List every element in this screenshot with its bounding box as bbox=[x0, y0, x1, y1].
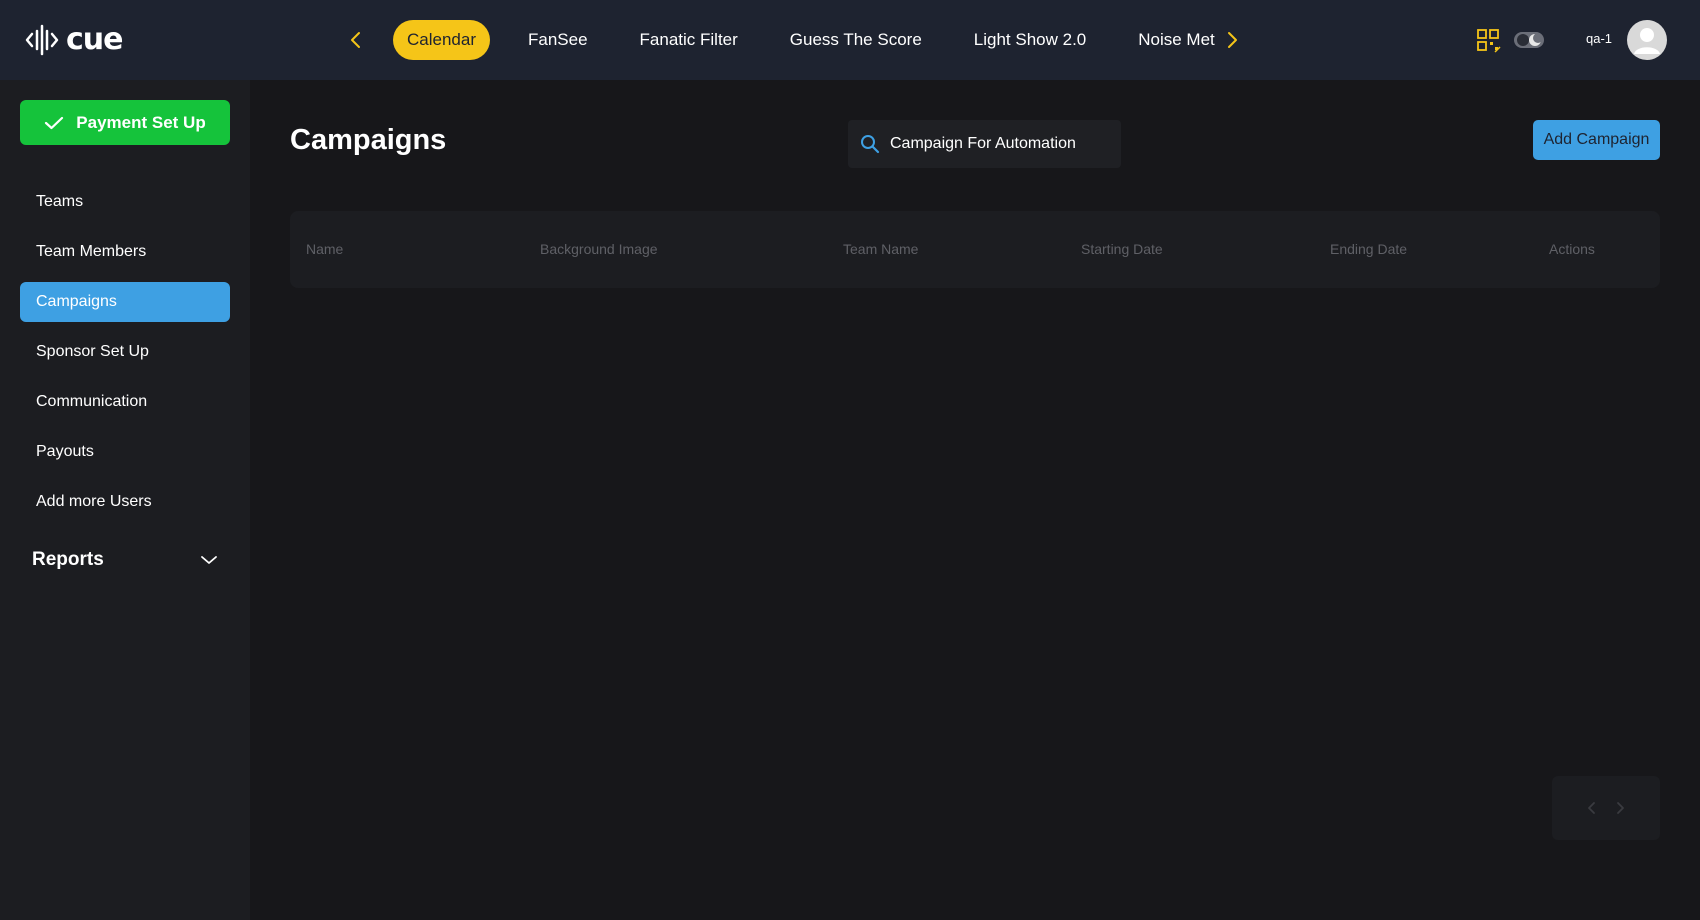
cue-logo-icon bbox=[25, 24, 59, 56]
nav-next-button[interactable] bbox=[1218, 26, 1246, 54]
column-header-actions: Actions bbox=[1549, 241, 1595, 257]
tab-fansee[interactable]: FanSee bbox=[514, 20, 602, 60]
reports-label: Reports bbox=[32, 549, 104, 570]
sidebar-item-communication[interactable]: Communication bbox=[20, 382, 230, 422]
column-header-team-name[interactable]: Team Name bbox=[843, 241, 918, 257]
nav-prev-button[interactable] bbox=[342, 26, 370, 54]
tab-noise-meter[interactable]: Noise Met bbox=[1124, 20, 1216, 60]
sidebar-item-team-members[interactable]: Team Members bbox=[20, 232, 230, 272]
chevron-right-icon bbox=[1617, 802, 1624, 814]
check-icon bbox=[45, 116, 64, 129]
chevron-right-icon bbox=[1228, 32, 1237, 48]
next-page-button[interactable] bbox=[1615, 801, 1625, 815]
user-name: qa-1 bbox=[1586, 31, 1613, 46]
search-icon bbox=[861, 135, 880, 154]
search-input[interactable] bbox=[890, 135, 1100, 153]
page-title: Campaigns bbox=[290, 124, 447, 156]
tab-guess-the-score[interactable]: Guess The Score bbox=[776, 20, 936, 60]
user-icon bbox=[1634, 28, 1660, 54]
sidebar-item-add-more-users[interactable]: Add more Users bbox=[20, 482, 230, 522]
sidebar: Payment Set Up Teams Team Members Campai… bbox=[0, 80, 250, 920]
payment-setup-label: Payment Set Up bbox=[76, 112, 206, 132]
tab-light-show[interactable]: Light Show 2.0 bbox=[960, 20, 1100, 60]
tab-calendar[interactable]: Calendar bbox=[393, 20, 490, 60]
table-header: Name Background Image Team Name Starting… bbox=[290, 211, 1660, 288]
logo-text: cue bbox=[66, 22, 123, 57]
chevron-down-icon bbox=[201, 556, 217, 564]
user-avatar[interactable] bbox=[1627, 20, 1667, 60]
chevron-left-icon bbox=[351, 32, 360, 48]
payment-setup-button[interactable]: Payment Set Up bbox=[20, 100, 230, 145]
column-header-background-image[interactable]: Background Image bbox=[540, 241, 658, 257]
column-header-name[interactable]: Name bbox=[306, 241, 343, 257]
tab-fanatic-filter[interactable]: Fanatic Filter bbox=[626, 20, 752, 60]
chevron-left-icon bbox=[1588, 802, 1595, 814]
column-header-ending-date[interactable]: Ending Date bbox=[1330, 241, 1407, 257]
dark-mode-icon bbox=[1514, 32, 1544, 48]
search-box bbox=[848, 120, 1121, 168]
sidebar-item-teams[interactable]: Teams bbox=[20, 182, 230, 222]
column-header-starting-date[interactable]: Starting Date bbox=[1081, 241, 1163, 257]
pagination bbox=[1552, 776, 1660, 840]
qr-code-icon[interactable] bbox=[1476, 28, 1502, 54]
sidebar-item-sponsor-setup[interactable]: Sponsor Set Up bbox=[20, 332, 230, 372]
prev-page-button[interactable] bbox=[1587, 801, 1597, 815]
theme-toggle[interactable] bbox=[1513, 30, 1545, 50]
add-campaign-button[interactable]: Add Campaign bbox=[1533, 120, 1660, 160]
feature-tabs: Calendar FanSee Fanatic Filter Guess The… bbox=[393, 20, 1216, 60]
app-logo[interactable]: cue bbox=[24, 22, 123, 58]
top-navigation-bar: cue Calendar FanSee Fanatic Filter Guess… bbox=[0, 0, 1700, 80]
sidebar-item-campaigns[interactable]: Campaigns bbox=[20, 282, 230, 322]
sidebar-reports-toggle[interactable]: Reports bbox=[20, 540, 230, 580]
sidebar-item-payouts[interactable]: Payouts bbox=[20, 432, 230, 472]
